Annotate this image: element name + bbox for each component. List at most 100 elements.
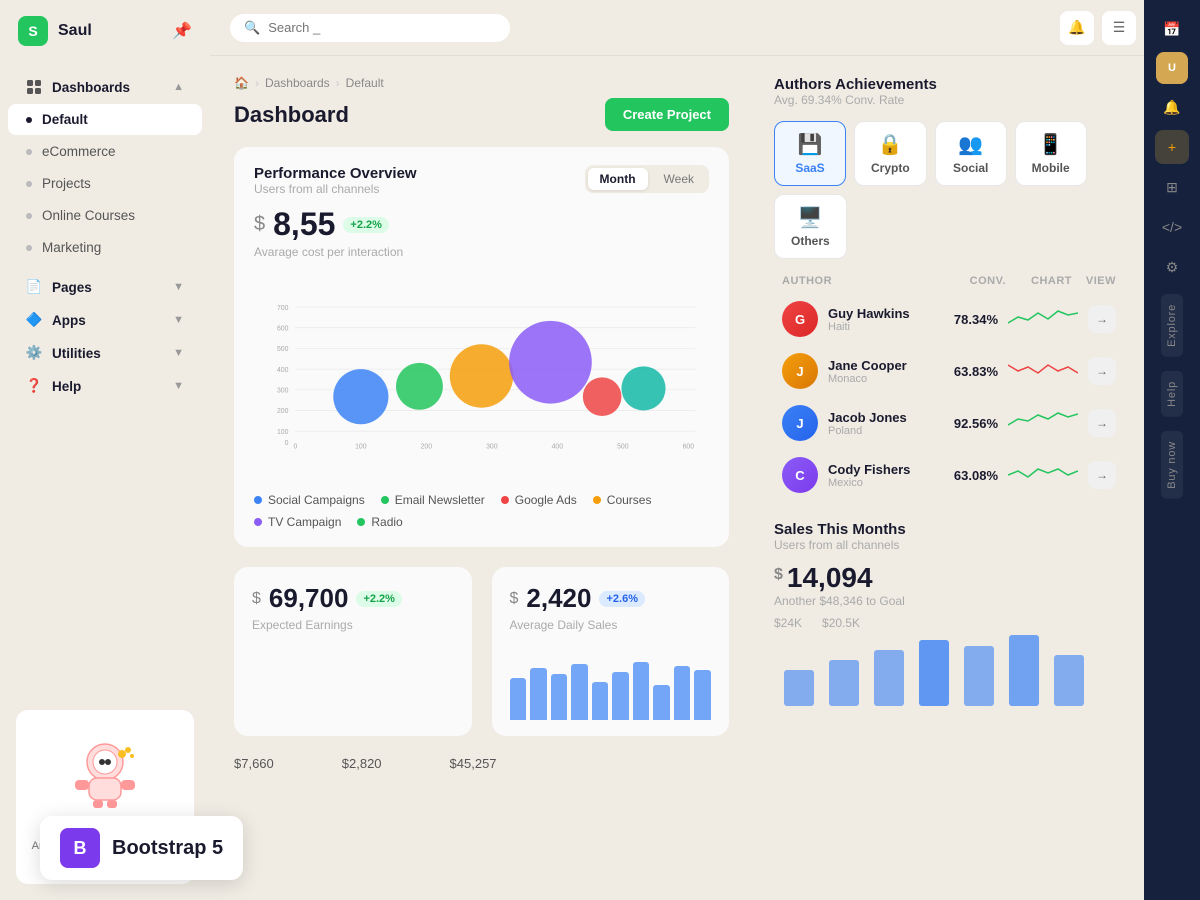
apps-icon: 🔷 [26,312,42,328]
nav-dot [26,245,32,251]
svg-text:400: 400 [552,443,564,450]
daily-sales-chart [510,640,712,720]
author-avatar-guy: G [782,301,818,337]
dark-side-panel: 📅 U 🔔 + ⊞ </> ⚙ Explore Help Buy now [1144,0,1200,900]
pin-icon[interactable]: 📌 [172,21,192,41]
header-chart: CHART [1006,275,1076,287]
sidebar-item-dashboards[interactable]: Dashboards ▲ [8,71,202,103]
sidebar-item-ecommerce[interactable]: eCommerce [8,136,202,167]
help-tab[interactable]: Help [1161,371,1183,417]
legend-courses: Courses [593,493,652,507]
menu-button[interactable]: ☰ [1102,11,1136,45]
bar-2 [530,668,547,720]
performance-overview-card: Performance Overview Users from all chan… [234,147,729,547]
sidebar-item-default[interactable]: Default [8,104,202,135]
cat-tab-others[interactable]: 🖥️ Others [774,194,847,259]
sales-y-labels: $24K $20.5K [774,616,1124,630]
author-name-guy: Guy Hawkins [828,306,928,321]
breadcrumb: 🏠 › Dashboards › Default [234,76,729,90]
toggle-week[interactable]: Week [652,168,706,190]
sidebar-projects-label: Projects [42,176,91,191]
daily-sales-value: $ 2,420 +2.6% [510,583,712,614]
svg-text:0: 0 [285,440,289,447]
sidebar-default-label: Default [42,112,88,127]
settings-button[interactable]: ⚙ [1155,250,1189,284]
notification-button[interactable]: 🔔 [1060,11,1094,45]
earnings-badge: +2.2% [356,591,402,607]
cat-tab-crypto[interactable]: 🔒 Crypto [854,121,927,186]
daily-sales-label: Average Daily Sales [510,618,712,632]
bottom-stat-1: $7,660 [234,756,274,771]
svg-text:300: 300 [486,443,498,450]
cat-crypto-label: Crypto [871,161,910,175]
search-input[interactable] [268,20,496,35]
breadcrumb-dashboards[interactable]: Dashboards [265,76,330,90]
author-conv-jacob: 92.56% [938,416,998,431]
cat-tab-mobile[interactable]: 📱 Mobile [1015,121,1087,186]
nav-dot [26,149,32,155]
content-right: Authors Achievements Avg. 69.34% Conv. R… [754,56,1144,900]
author-view-btn-jacob[interactable]: → [1088,409,1116,437]
header-view: VIEW [1076,275,1116,287]
author-info-jane: Jane Cooper Monaco [828,358,928,385]
sales-goal: Another $48,346 to Goal [774,594,1124,608]
code-button[interactable]: </> [1155,210,1189,244]
bar-4 [571,664,588,720]
bar-7 [633,662,650,720]
chevron-down-icon2: ▼ [173,314,184,326]
breadcrumb-current: Default [346,76,384,90]
grid-button-dark[interactable]: ⊞ [1155,170,1189,204]
performance-badge: +2.2% [343,217,389,233]
sidebar-item-online-courses[interactable]: Online Courses [8,200,202,231]
topbar: 🔍 🔔 ☰ U [210,0,1200,56]
app-logo: S [18,16,48,46]
svg-text:100: 100 [355,443,367,450]
legend-tv-campaign: TV Campaign [254,515,341,529]
cat-tab-saas[interactable]: 💾 SaaS [774,121,846,186]
nav-dot [26,213,32,219]
author-info-cody: Cody Fishers Mexico [828,462,928,489]
sidebar-item-marketing[interactable]: Marketing [8,232,202,263]
sidebar-pages-label: Pages [52,280,92,295]
legend-dot-email [381,496,389,504]
performance-subtitle: Users from all channels [254,182,417,196]
sales-section: Sales This Months Users from all channel… [774,521,1124,710]
svg-text:600: 600 [683,443,695,450]
plus-button[interactable]: + [1155,130,1189,164]
author-view-btn-cody[interactable]: → [1088,461,1116,489]
sidebar-item-utilities[interactable]: ⚙️ Utilities ▼ [8,337,202,369]
svg-text:700: 700 [277,305,289,312]
cat-mobile-label: Mobile [1032,161,1070,175]
daily-sales-card: $ 2,420 +2.6% Average Daily Sales [492,567,730,736]
legend-dot-google-ads [501,496,509,504]
legend-dot-social [254,496,262,504]
toggle-month[interactable]: Month [588,168,648,190]
sidebar-item-projects[interactable]: Projects [8,168,202,199]
author-view-btn-guy[interactable]: → [1088,305,1116,333]
author-view-btn-jane[interactable]: → [1088,357,1116,385]
explore-tab[interactable]: Explore [1161,294,1183,357]
sidebar-ecommerce-label: eCommerce [42,144,116,159]
bell-button-dark[interactable]: 🔔 [1155,90,1189,124]
author-row-jane: J Jane Cooper Monaco 63.83% → [774,345,1124,397]
buynow-tab[interactable]: Buy now [1161,431,1183,499]
sidebar-item-pages[interactable]: 📄 Pages ▼ [8,271,202,303]
author-table-header: AUTHOR CONV. CHART VIEW [774,275,1124,287]
calendar-button[interactable]: 📅 [1155,12,1189,46]
author-chart-jacob [1008,409,1078,438]
search-icon: 🔍 [244,20,260,36]
sidebar-help-label: Help [52,379,81,394]
performance-header: Performance Overview Users from all chan… [254,165,709,196]
legend-radio: Radio [357,515,402,529]
sidebar-item-apps[interactable]: 🔷 Apps ▼ [8,304,202,336]
create-project-button[interactable]: Create Project [605,98,729,131]
sidebar-item-help[interactable]: ❓ Help ▼ [8,370,202,402]
bottom-stats: $7,660 $2,820 $45,257 [234,756,729,771]
cat-tab-social[interactable]: 👥 Social [935,121,1007,186]
user-avatar-dark[interactable]: U [1156,52,1188,84]
search-box[interactable]: 🔍 [230,14,510,42]
bar-5 [592,682,609,720]
author-conv-jane: 63.83% [938,364,998,379]
home-icon[interactable]: 🏠 [234,76,249,90]
sidebar-courses-label: Online Courses [42,208,135,223]
